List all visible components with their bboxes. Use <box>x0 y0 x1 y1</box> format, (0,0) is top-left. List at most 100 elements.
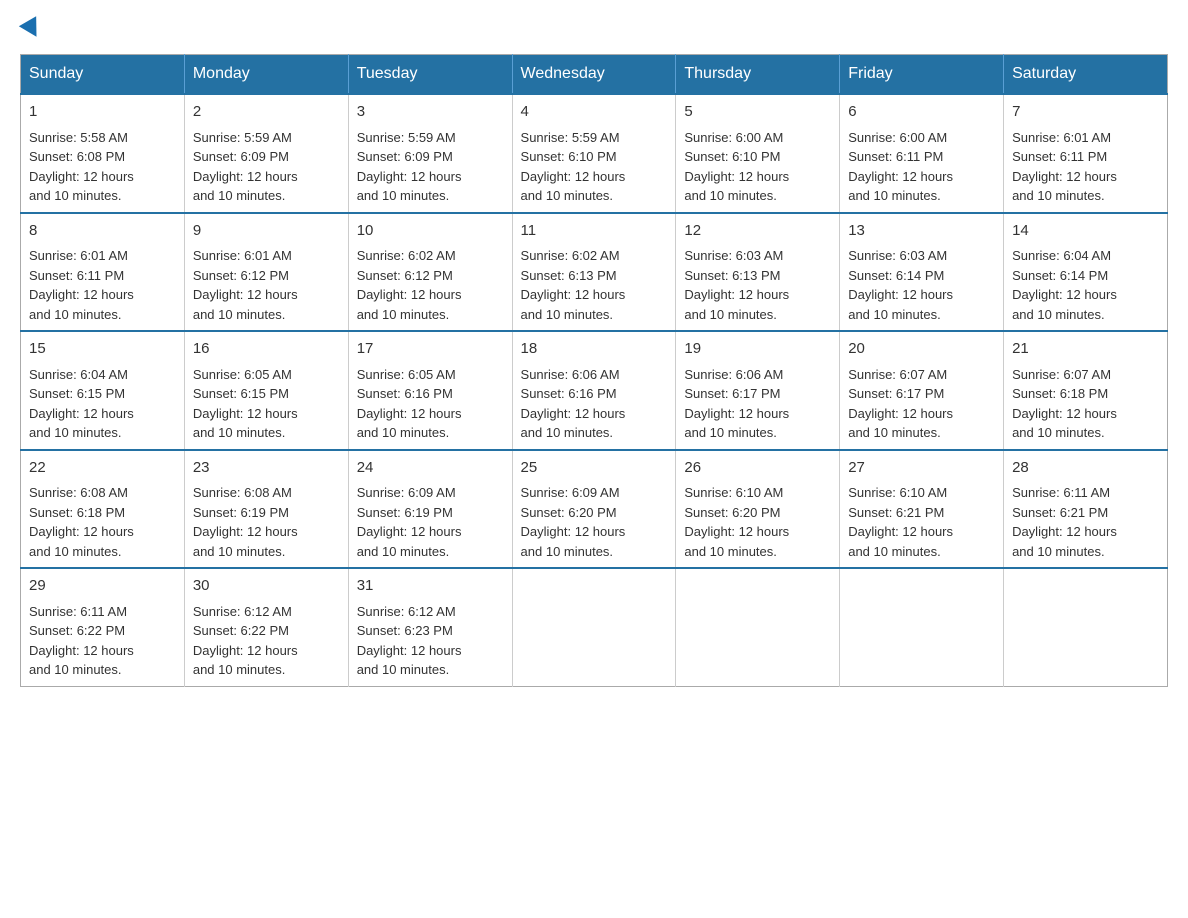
day-info: Sunrise: 6:09 AMSunset: 6:19 PMDaylight:… <box>357 485 462 559</box>
day-info: Sunrise: 6:01 AMSunset: 6:11 PMDaylight:… <box>29 248 134 322</box>
calendar-cell: 24 Sunrise: 6:09 AMSunset: 6:19 PMDaylig… <box>348 450 512 569</box>
calendar-cell: 13 Sunrise: 6:03 AMSunset: 6:14 PMDaylig… <box>840 213 1004 332</box>
calendar-cell: 21 Sunrise: 6:07 AMSunset: 6:18 PMDaylig… <box>1004 331 1168 450</box>
logo-text <box>20 20 42 42</box>
calendar-week-row: 1 Sunrise: 5:58 AMSunset: 6:08 PMDayligh… <box>21 94 1168 213</box>
day-header-sunday: Sunday <box>21 55 185 95</box>
calendar-cell: 16 Sunrise: 6:05 AMSunset: 6:15 PMDaylig… <box>184 331 348 450</box>
day-header-tuesday: Tuesday <box>348 55 512 95</box>
day-info: Sunrise: 6:03 AMSunset: 6:13 PMDaylight:… <box>684 248 789 322</box>
day-info: Sunrise: 5:59 AMSunset: 6:10 PMDaylight:… <box>521 130 626 204</box>
calendar-week-row: 15 Sunrise: 6:04 AMSunset: 6:15 PMDaylig… <box>21 331 1168 450</box>
day-info: Sunrise: 5:59 AMSunset: 6:09 PMDaylight:… <box>193 130 298 204</box>
day-info: Sunrise: 6:06 AMSunset: 6:17 PMDaylight:… <box>684 367 789 441</box>
day-info: Sunrise: 6:12 AMSunset: 6:22 PMDaylight:… <box>193 604 298 678</box>
day-number: 27 <box>848 457 995 480</box>
day-number: 29 <box>29 575 176 598</box>
calendar-cell: 27 Sunrise: 6:10 AMSunset: 6:21 PMDaylig… <box>840 450 1004 569</box>
day-header-saturday: Saturday <box>1004 55 1168 95</box>
day-info: Sunrise: 6:04 AMSunset: 6:15 PMDaylight:… <box>29 367 134 441</box>
day-info: Sunrise: 6:07 AMSunset: 6:17 PMDaylight:… <box>848 367 953 441</box>
day-info: Sunrise: 6:10 AMSunset: 6:20 PMDaylight:… <box>684 485 789 559</box>
calendar-cell: 12 Sunrise: 6:03 AMSunset: 6:13 PMDaylig… <box>676 213 840 332</box>
calendar-cell: 9 Sunrise: 6:01 AMSunset: 6:12 PMDayligh… <box>184 213 348 332</box>
day-number: 6 <box>848 101 995 124</box>
calendar-cell: 3 Sunrise: 5:59 AMSunset: 6:09 PMDayligh… <box>348 94 512 213</box>
day-number: 13 <box>848 220 995 243</box>
calendar-cell: 28 Sunrise: 6:11 AMSunset: 6:21 PMDaylig… <box>1004 450 1168 569</box>
day-info: Sunrise: 6:06 AMSunset: 6:16 PMDaylight:… <box>521 367 626 441</box>
day-number: 30 <box>193 575 340 598</box>
calendar-cell: 20 Sunrise: 6:07 AMSunset: 6:17 PMDaylig… <box>840 331 1004 450</box>
day-number: 7 <box>1012 101 1159 124</box>
calendar-cell: 26 Sunrise: 6:10 AMSunset: 6:20 PMDaylig… <box>676 450 840 569</box>
calendar-cell: 10 Sunrise: 6:02 AMSunset: 6:12 PMDaylig… <box>348 213 512 332</box>
day-number: 1 <box>29 101 176 124</box>
day-number: 16 <box>193 338 340 361</box>
day-number: 11 <box>521 220 668 243</box>
day-info: Sunrise: 6:05 AMSunset: 6:15 PMDaylight:… <box>193 367 298 441</box>
day-info: Sunrise: 6:11 AMSunset: 6:21 PMDaylight:… <box>1012 485 1117 559</box>
day-number: 20 <box>848 338 995 361</box>
day-number: 25 <box>521 457 668 480</box>
calendar-cell: 2 Sunrise: 5:59 AMSunset: 6:09 PMDayligh… <box>184 94 348 213</box>
day-info: Sunrise: 6:12 AMSunset: 6:23 PMDaylight:… <box>357 604 462 678</box>
calendar-cell <box>1004 568 1168 686</box>
day-header-friday: Friday <box>840 55 1004 95</box>
day-info: Sunrise: 6:05 AMSunset: 6:16 PMDaylight:… <box>357 367 462 441</box>
day-number: 24 <box>357 457 504 480</box>
day-number: 22 <box>29 457 176 480</box>
day-number: 14 <box>1012 220 1159 243</box>
calendar-cell: 31 Sunrise: 6:12 AMSunset: 6:23 PMDaylig… <box>348 568 512 686</box>
day-info: Sunrise: 6:03 AMSunset: 6:14 PMDaylight:… <box>848 248 953 322</box>
calendar-cell: 6 Sunrise: 6:00 AMSunset: 6:11 PMDayligh… <box>840 94 1004 213</box>
day-number: 9 <box>193 220 340 243</box>
day-number: 23 <box>193 457 340 480</box>
day-info: Sunrise: 6:04 AMSunset: 6:14 PMDaylight:… <box>1012 248 1117 322</box>
day-info: Sunrise: 6:10 AMSunset: 6:21 PMDaylight:… <box>848 485 953 559</box>
day-info: Sunrise: 6:01 AMSunset: 6:12 PMDaylight:… <box>193 248 298 322</box>
day-number: 12 <box>684 220 831 243</box>
calendar-cell: 17 Sunrise: 6:05 AMSunset: 6:16 PMDaylig… <box>348 331 512 450</box>
day-info: Sunrise: 6:11 AMSunset: 6:22 PMDaylight:… <box>29 604 134 678</box>
calendar-cell <box>512 568 676 686</box>
calendar-cell: 25 Sunrise: 6:09 AMSunset: 6:20 PMDaylig… <box>512 450 676 569</box>
day-number: 18 <box>521 338 668 361</box>
day-number: 26 <box>684 457 831 480</box>
calendar-cell: 7 Sunrise: 6:01 AMSunset: 6:11 PMDayligh… <box>1004 94 1168 213</box>
day-info: Sunrise: 6:00 AMSunset: 6:11 PMDaylight:… <box>848 130 953 204</box>
day-number: 2 <box>193 101 340 124</box>
day-number: 17 <box>357 338 504 361</box>
day-info: Sunrise: 6:08 AMSunset: 6:18 PMDaylight:… <box>29 485 134 559</box>
calendar-cell <box>676 568 840 686</box>
logo <box>20 20 42 34</box>
day-info: Sunrise: 6:02 AMSunset: 6:12 PMDaylight:… <box>357 248 462 322</box>
calendar-cell: 1 Sunrise: 5:58 AMSunset: 6:08 PMDayligh… <box>21 94 185 213</box>
calendar-cell: 8 Sunrise: 6:01 AMSunset: 6:11 PMDayligh… <box>21 213 185 332</box>
day-info: Sunrise: 6:00 AMSunset: 6:10 PMDaylight:… <box>684 130 789 204</box>
day-info: Sunrise: 6:07 AMSunset: 6:18 PMDaylight:… <box>1012 367 1117 441</box>
calendar-cell: 29 Sunrise: 6:11 AMSunset: 6:22 PMDaylig… <box>21 568 185 686</box>
calendar-cell: 15 Sunrise: 6:04 AMSunset: 6:15 PMDaylig… <box>21 331 185 450</box>
calendar-cell: 30 Sunrise: 6:12 AMSunset: 6:22 PMDaylig… <box>184 568 348 686</box>
day-number: 19 <box>684 338 831 361</box>
day-number: 3 <box>357 101 504 124</box>
day-header-wednesday: Wednesday <box>512 55 676 95</box>
day-number: 31 <box>357 575 504 598</box>
day-info: Sunrise: 6:09 AMSunset: 6:20 PMDaylight:… <box>521 485 626 559</box>
calendar-cell: 14 Sunrise: 6:04 AMSunset: 6:14 PMDaylig… <box>1004 213 1168 332</box>
calendar-cell <box>840 568 1004 686</box>
calendar-cell: 4 Sunrise: 5:59 AMSunset: 6:10 PMDayligh… <box>512 94 676 213</box>
day-info: Sunrise: 6:08 AMSunset: 6:19 PMDaylight:… <box>193 485 298 559</box>
day-number: 15 <box>29 338 176 361</box>
calendar-cell: 11 Sunrise: 6:02 AMSunset: 6:13 PMDaylig… <box>512 213 676 332</box>
day-number: 4 <box>521 101 668 124</box>
day-number: 5 <box>684 101 831 124</box>
calendar-cell: 5 Sunrise: 6:00 AMSunset: 6:10 PMDayligh… <box>676 94 840 213</box>
calendar-cell: 23 Sunrise: 6:08 AMSunset: 6:19 PMDaylig… <box>184 450 348 569</box>
calendar-header-row: SundayMondayTuesdayWednesdayThursdayFrid… <box>21 55 1168 95</box>
calendar-cell: 19 Sunrise: 6:06 AMSunset: 6:17 PMDaylig… <box>676 331 840 450</box>
day-info: Sunrise: 5:59 AMSunset: 6:09 PMDaylight:… <box>357 130 462 204</box>
day-number: 28 <box>1012 457 1159 480</box>
day-number: 10 <box>357 220 504 243</box>
